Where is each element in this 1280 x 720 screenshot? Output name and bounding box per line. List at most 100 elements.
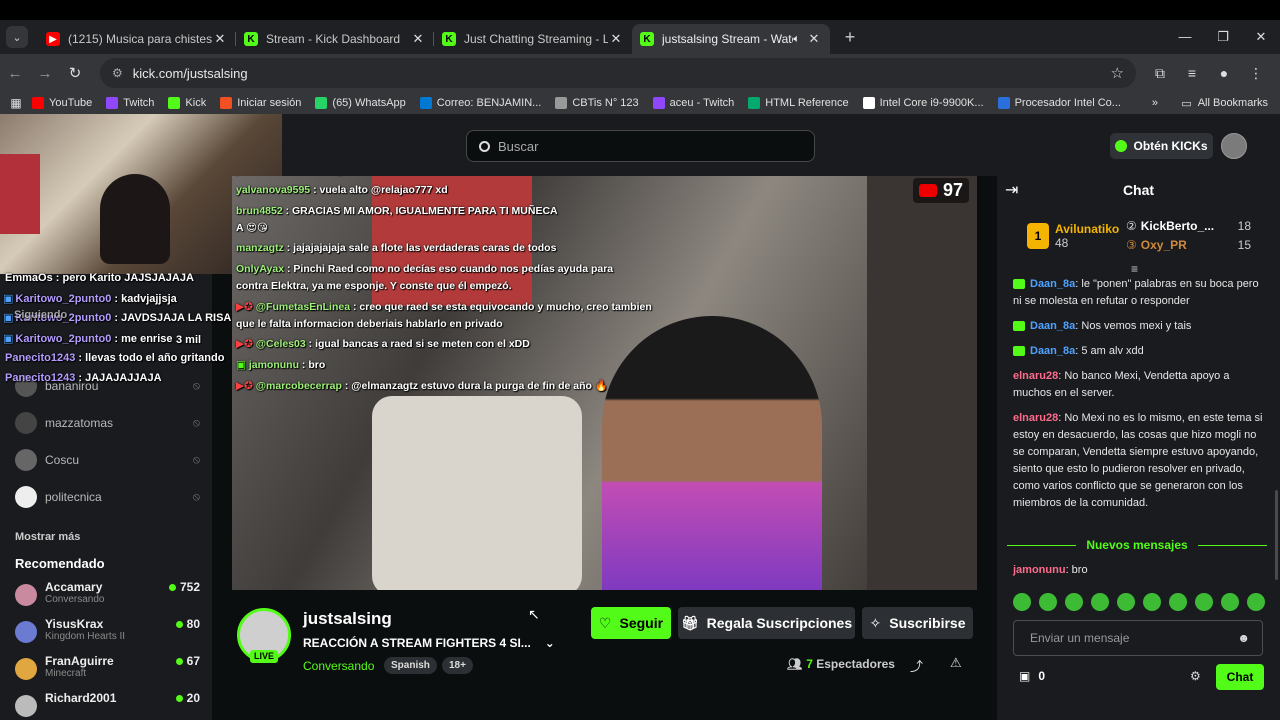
bookmark-item[interactable]: Iniciar sesión: [220, 97, 301, 109]
chat-username[interactable]: Daan_8a: [1030, 345, 1075, 357]
tag-age[interactable]: 18+: [442, 657, 473, 674]
bookmark-item[interactable]: Twitch: [106, 97, 154, 109]
close-window-icon[interactable]: ✕: [1242, 20, 1280, 54]
apps-grid-icon[interactable]: ▦: [0, 96, 32, 110]
bookmarks-overflow-icon[interactable]: »: [1152, 97, 1158, 109]
browser-tab[interactable]: K Just Chatting Streaming - Live S✕: [434, 24, 632, 54]
gift-subs-button[interactable]: 🎁︎ Regala Suscripciones: [678, 607, 855, 639]
leaderboard-first[interactable]: 1 Avilunatiko 48: [1027, 222, 1119, 250]
channel-name[interactable]: justsalsing: [303, 609, 392, 629]
browser-tab[interactable]: Kjustsalsing Stream - Watch 🔈︎ ✕: [632, 24, 830, 54]
tag-language[interactable]: Spanish: [384, 657, 437, 674]
profile-icon[interactable]: ●: [1208, 65, 1240, 81]
chat-username[interactable]: elnaru28: [1013, 370, 1058, 382]
all-bookmarks[interactable]: ▭ All Bookmarks: [1181, 97, 1268, 110]
emote-icon[interactable]: [1039, 593, 1057, 611]
new-messages-divider[interactable]: Nuevos mensajes: [1007, 538, 1268, 552]
search-placeholder: Buscar: [498, 138, 539, 154]
site-info-icon[interactable]: ⚙: [112, 66, 123, 80]
emote-icon[interactable]: [1195, 593, 1213, 611]
sidebar-channel[interactable]: mazzatomas ⦸: [15, 412, 200, 434]
chat-text: : @elmanzagtz estuvo dura la purga de fi…: [341, 380, 608, 392]
chat-username: Karitowo_2punto0: [15, 293, 112, 305]
sidebar-channel[interactable]: Coscu ⦸: [15, 449, 200, 471]
get-kicks-label: Obtén KICKs: [1133, 139, 1208, 153]
url-field[interactable]: ⚙ kick.com/justsalsing ☆: [100, 58, 1136, 88]
webcam-chat-line: Panecito1243 : llevas todo el año gritan…: [5, 352, 224, 364]
reload-icon[interactable]: ↻: [60, 64, 90, 82]
extensions-icon[interactable]: ⧉: [1144, 65, 1176, 82]
offline-icon: ⦸: [192, 490, 200, 503]
tab-title: (1215) Musica para chistes - Yo: [68, 32, 212, 46]
chat-scrollbar[interactable]: [1275, 490, 1278, 580]
browser-tab[interactable]: K Stream - Kick Dashboard ✕: [236, 24, 434, 54]
search-input[interactable]: Buscar: [466, 130, 815, 162]
emote-icon[interactable]: [1247, 593, 1265, 611]
sidebar-recommended-channel[interactable]: YisusKrax Kingdom Hearts II 80: [15, 617, 200, 643]
bookmark-item[interactable]: Kick: [168, 97, 206, 109]
emote-icon[interactable]: [1091, 593, 1109, 611]
sidebar-recommended-channel[interactable]: Accamary Conversando 752: [15, 580, 200, 606]
maximize-icon[interactable]: ❐: [1204, 20, 1242, 54]
chat-username[interactable]: jamonunu: [1013, 564, 1066, 576]
close-tab-icon[interactable]: ✕: [212, 31, 228, 47]
follow-button[interactable]: ♡ Seguir: [591, 607, 671, 639]
report-icon[interactable]: ⚠: [950, 655, 962, 671]
bookmark-item[interactable]: aceu - Twitch: [652, 97, 734, 109]
chat-username[interactable]: Daan_8a: [1030, 278, 1075, 290]
get-kicks-button[interactable]: Obtén KICKs: [1110, 133, 1213, 159]
subscribe-button[interactable]: ✧ Suscribirse: [862, 607, 973, 639]
show-more-link[interactable]: Mostrar más: [15, 531, 200, 543]
emote-icon[interactable]: [1221, 593, 1239, 611]
share-icon[interactable]: ⤴: [910, 656, 923, 675]
chat-username[interactable]: Daan_8a: [1030, 320, 1075, 332]
chat-text: : Pinchi Raed como no decías eso cuando …: [284, 263, 614, 275]
video-player[interactable]: 97 jusalsalinea : roi luego llaman acosi…: [232, 176, 977, 590]
chat-input[interactable]: Enviar un mensaje ☻: [1013, 620, 1263, 656]
sidebar-recommended-channel[interactable]: FranAguirre Minecraft 67: [15, 654, 200, 680]
channel-name: Accamary: [45, 580, 103, 594]
chat-settings-icon[interactable]: ⚙: [1190, 669, 1201, 683]
close-tab-icon[interactable]: ✕: [608, 31, 624, 47]
emote-icon[interactable]: [1169, 593, 1187, 611]
bookmark-item[interactable]: YouTube: [32, 97, 92, 109]
mouse-cursor: ↖: [528, 606, 540, 622]
sidebar-recommended-channel[interactable]: Richard2001 20: [15, 691, 200, 717]
bookmark-label: Procesador Intel Co...: [1014, 97, 1121, 109]
emote-icon[interactable]: [1117, 593, 1135, 611]
send-chat-button[interactable]: Chat: [1216, 664, 1264, 690]
sidebar-channel[interactable]: politecnica ⦸: [15, 486, 200, 508]
emoji-icon[interactable]: ☻: [1237, 631, 1250, 645]
bookmark-star-icon[interactable]: ☆: [1111, 64, 1124, 82]
user-avatar[interactable]: [1221, 133, 1247, 159]
tab-search-dropdown-icon[interactable]: ⌄: [6, 26, 28, 48]
expand-leaderboard-icon[interactable]: ≡: [1131, 262, 1138, 276]
close-tab-icon[interactable]: ✕: [410, 31, 426, 47]
bookmark-item[interactable]: CBTis N° 123: [555, 97, 639, 109]
bookmark-item[interactable]: HTML Reference: [748, 97, 849, 109]
kicks-balance[interactable]: ▣ 0: [1019, 669, 1045, 683]
emote-icon[interactable]: [1013, 593, 1031, 611]
emote-icon[interactable]: [1065, 593, 1083, 611]
emote-icon[interactable]: [1143, 593, 1161, 611]
close-tab-icon[interactable]: ✕: [806, 31, 822, 47]
bookmark-item[interactable]: Intel Core i9-9900K...: [862, 97, 984, 109]
minimize-icon[interactable]: —: [1166, 20, 1204, 54]
browser-tab[interactable]: ▶ (1215) Musica para chistes - Yo✕: [38, 24, 236, 54]
chat-username[interactable]: elnaru28: [1013, 412, 1058, 424]
bookmark-item[interactable]: Procesador Intel Co...: [997, 97, 1121, 109]
leaderboard-entry[interactable]: ③ Oxy_PR 15: [1126, 238, 1251, 252]
new-tab-icon[interactable]: +: [836, 27, 864, 48]
leaderboard-entry[interactable]: ② KickBerto_... 18: [1126, 219, 1251, 233]
forward-icon[interactable]: →: [30, 65, 60, 82]
bookmark-item[interactable]: (65) WhatsApp: [315, 97, 406, 109]
back-icon[interactable]: ←: [0, 65, 30, 82]
stream-category[interactable]: Conversando: [303, 659, 374, 673]
media-control-icon[interactable]: ≡: [1176, 65, 1208, 81]
chevron-down-icon[interactable]: ⌄: [545, 636, 555, 650]
audio-icon[interactable]: 🔈︎: [793, 33, 800, 46]
chat-text: : pero Karito JAJSJAJAJA: [52, 272, 194, 284]
browser-menu-icon[interactable]: ⋮: [1240, 65, 1272, 82]
chat-username: OnlyAyax: [236, 263, 285, 275]
bookmark-item[interactable]: Correo: BENJAMIN...: [419, 97, 541, 109]
